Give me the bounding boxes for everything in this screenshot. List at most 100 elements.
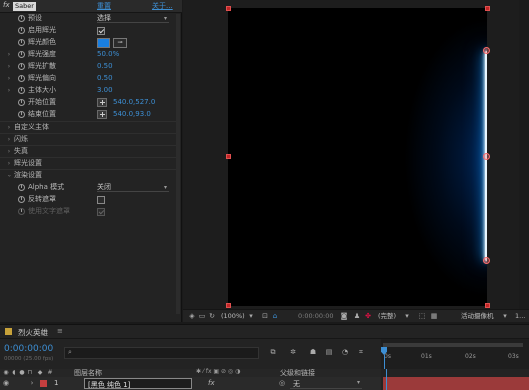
layer-handle[interactable] xyxy=(226,154,231,159)
stopwatch-icon[interactable] xyxy=(18,111,25,118)
motion-blur-icon[interactable]: ◔ xyxy=(341,348,349,356)
glow-intensity-value[interactable]: 50.0% xyxy=(97,49,119,60)
pick-whip-icon[interactable]: ◎ xyxy=(278,379,286,387)
solo-icon[interactable]: ● xyxy=(18,369,26,377)
twirl-icon[interactable]: › xyxy=(6,146,12,157)
crosshair-icon[interactable] xyxy=(97,98,107,107)
use-text-alpha-row: 使用文字遮罩 xyxy=(0,206,180,217)
enable-glow-row: 启用辉光 xyxy=(0,25,180,36)
twirl-open-icon[interactable]: › xyxy=(3,173,14,179)
switches-column-header[interactable]: ✱ ⁄ fx ▣ ⊘ ◎ ◑ xyxy=(196,368,240,375)
stopwatch-icon[interactable] xyxy=(18,15,25,22)
effect-name[interactable]: Saber xyxy=(13,2,36,11)
start-position-value[interactable]: 540.0,527.0 xyxy=(113,97,155,108)
end-position-value[interactable]: 540.0,93.0 xyxy=(113,109,151,120)
viewer-scroll-region[interactable] xyxy=(519,0,529,309)
end-position-row: 结束位置 540.0,93.0 xyxy=(0,109,180,120)
eye-icon[interactable]: ◉ xyxy=(2,379,10,387)
stopwatch-icon[interactable] xyxy=(18,63,25,70)
stopwatch-icon[interactable] xyxy=(18,196,25,203)
layer-handle[interactable] xyxy=(485,6,490,11)
layer-name-field[interactable]: [黑色 纯色 1] xyxy=(84,378,192,389)
glow-spread-value[interactable]: 0.50 xyxy=(97,61,113,72)
timeline-tab[interactable]: 烈火英雄 ≡ xyxy=(0,324,100,339)
group-flicker[interactable]: › 闪烁 xyxy=(0,134,180,145)
stopwatch-icon[interactable] xyxy=(18,27,25,34)
stopwatch-icon[interactable] xyxy=(18,39,25,46)
zoom-dropdown[interactable]: (100%) xyxy=(221,311,245,322)
expand-layer-icon[interactable]: › xyxy=(28,379,36,387)
twirl-icon[interactable]: › xyxy=(6,122,12,133)
start-point-handle[interactable] xyxy=(483,47,490,54)
resolution-dropdown[interactable]: (完整) xyxy=(378,311,396,322)
mask-visibility-icon[interactable]: ⌂ xyxy=(271,312,279,320)
draft-3d-icon[interactable]: ✲ xyxy=(289,348,297,356)
parent-dropdown[interactable]: 无 ▾ xyxy=(290,378,362,389)
views-dropdown[interactable]: 1... xyxy=(515,311,525,322)
enable-glow-checkbox[interactable] xyxy=(97,27,105,35)
invert-mask-checkbox[interactable] xyxy=(97,196,105,204)
frame-blending-icon[interactable]: ▤ xyxy=(325,348,333,356)
loop-icon[interactable]: ↻ xyxy=(208,312,216,320)
crosshair-icon[interactable] xyxy=(97,110,107,119)
lock-icon[interactable]: ⊓ xyxy=(26,369,34,377)
work-area-bar[interactable] xyxy=(383,343,523,347)
always-preview-icon[interactable]: ◈ xyxy=(188,312,196,320)
panel-menu-icon[interactable]: ≡ xyxy=(57,327,63,335)
layer-search-input[interactable]: ⌕ xyxy=(64,347,259,359)
stopwatch-icon[interactable] xyxy=(18,51,25,58)
layer-label-color[interactable] xyxy=(40,380,47,387)
comp-name: 烈火英雄 xyxy=(18,328,48,337)
show-snapshot-icon[interactable]: ♟ xyxy=(353,312,361,320)
grid-icon[interactable]: ⊡ xyxy=(261,312,269,320)
layer-handle[interactable] xyxy=(226,303,231,308)
composition-canvas[interactable] xyxy=(228,8,487,306)
glow-bias-value[interactable]: 0.50 xyxy=(97,73,113,84)
stopwatch-icon[interactable] xyxy=(18,87,25,94)
twirl-icon[interactable]: › xyxy=(6,49,12,60)
stopwatch-icon[interactable] xyxy=(18,99,25,106)
shy-layers-icon[interactable]: ☗ xyxy=(309,348,317,356)
viewer-timecode[interactable]: 0:00:00:00 xyxy=(298,311,334,322)
time-ruler[interactable]: 0s 01s 02s 03s xyxy=(381,339,529,369)
current-time[interactable]: 0:00:00:00 xyxy=(4,344,53,354)
twirl-icon[interactable]: › xyxy=(6,134,12,145)
fx-toggle[interactable]: fx xyxy=(3,1,10,9)
layer-handle[interactable] xyxy=(485,303,490,308)
graph-editor-icon[interactable]: ⌗ xyxy=(357,348,365,356)
eye-icon[interactable]: ◉ xyxy=(2,369,10,377)
camera-dropdown[interactable]: 活动摄像机 xyxy=(461,311,494,322)
end-point-handle[interactable] xyxy=(483,257,490,264)
layer-duration-bar[interactable] xyxy=(383,377,529,390)
layer-row[interactable]: ◉ › 1 [黑色 纯色 1] fx ◎ 无 ▾ xyxy=(0,377,381,390)
glow-color-swatch[interactable] xyxy=(97,38,110,48)
group-render-settings[interactable]: › 渲染设置 xyxy=(0,170,180,181)
color-channel-icon[interactable]: ✤ xyxy=(364,312,372,320)
scrollbar[interactable] xyxy=(176,14,180,314)
group-custom-core[interactable]: › 自定义主体 xyxy=(0,122,180,133)
twirl-icon[interactable]: › xyxy=(6,61,12,72)
alpha-mode-dropdown[interactable]: 关闭 ▾ xyxy=(97,183,169,192)
eyedropper-icon[interactable]: ⊸ xyxy=(113,38,127,48)
transparency-grid-icon[interactable]: ▦ xyxy=(430,312,438,320)
stopwatch-icon[interactable] xyxy=(18,184,25,191)
stopwatch-icon[interactable] xyxy=(18,75,25,82)
reset-link[interactable]: 重置 xyxy=(97,1,111,11)
about-link[interactable]: 关于... xyxy=(152,1,173,11)
audio-icon[interactable]: ◖ xyxy=(10,369,18,377)
composition-mini-flowchart-icon[interactable]: ⧉ xyxy=(269,348,277,356)
preset-dropdown[interactable]: 选择 ▾ xyxy=(97,14,169,23)
twirl-icon[interactable]: › xyxy=(6,73,12,84)
twirl-icon[interactable]: › xyxy=(6,158,12,169)
camera-snapshot-icon[interactable]: ◙ xyxy=(340,312,348,320)
region-of-interest-icon[interactable]: ⬚ xyxy=(418,312,426,320)
core-size-value[interactable]: 3.00 xyxy=(97,85,113,96)
twirl-icon[interactable]: › xyxy=(6,85,12,96)
group-distortion[interactable]: › 失真 xyxy=(0,146,180,157)
center-point-handle[interactable] xyxy=(483,153,490,160)
group-label: 失真 xyxy=(14,147,28,155)
layer-handle[interactable] xyxy=(226,6,231,11)
group-glow-settings[interactable]: › 辉光设置 xyxy=(0,158,180,169)
layer-fx-switch[interactable]: fx xyxy=(208,379,215,387)
monitor-icon[interactable]: ▭ xyxy=(198,312,206,320)
